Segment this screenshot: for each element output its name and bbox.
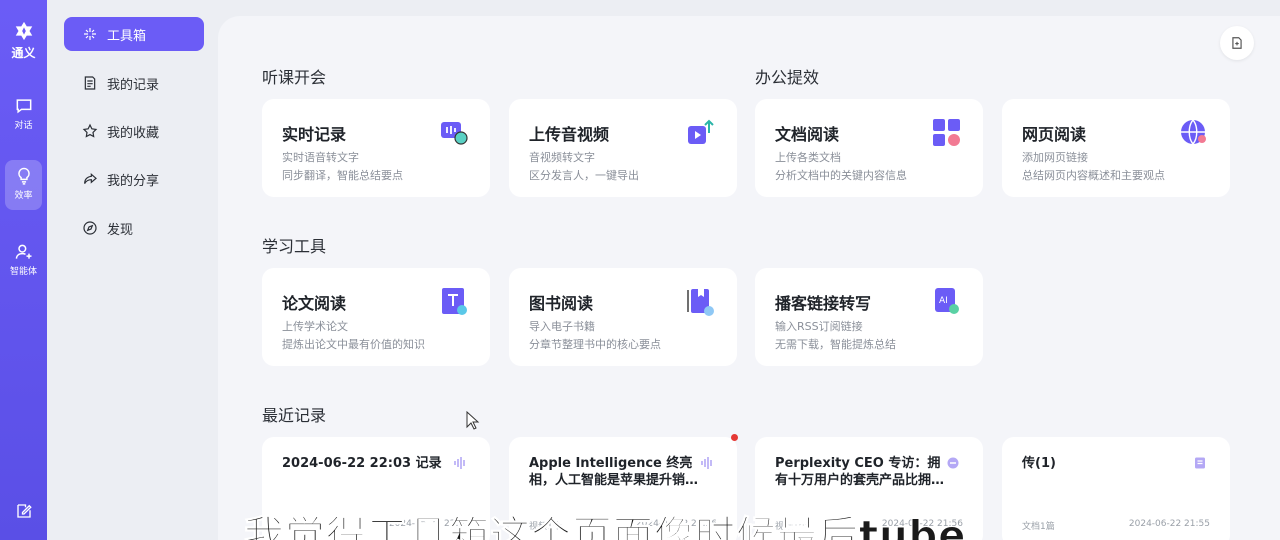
tool-card-podcast-transcribe[interactable]: 播客链接转写 输入RSS订阅链接 无需下载，智能提炼总结 AI — [755, 268, 983, 366]
chat-bubble-icon — [16, 99, 31, 114]
tool-card-desc: 上传学术论文 — [282, 320, 348, 333]
tool-card-document-read[interactable]: 文档阅读 上传各类文档 分析文档中的关键内容信息 — [755, 99, 983, 197]
tool-card-desc: 分章节整理书中的核心要点 — [529, 338, 661, 351]
audio-wave-icon — [454, 457, 465, 469]
recent-record-card[interactable]: 传(1) 文档1篇 2024-06-22 21:55 — [1002, 437, 1230, 540]
realtime-record-icon — [441, 122, 468, 145]
rail-item-label: 智能体 — [9, 267, 37, 277]
tool-card-desc: 区分发言人，一键导出 — [529, 169, 639, 182]
app-logo-label: 通义 — [11, 46, 36, 60]
document-upload-icon — [1232, 37, 1242, 49]
podcast-ai-icon: AI — [935, 288, 959, 314]
document-read-icon — [933, 119, 960, 146]
rail-item-label: 效率 — [14, 191, 33, 201]
tool-card-desc: 添加网页链接 — [1022, 151, 1088, 164]
star-icon — [82, 123, 98, 138]
rail-item-efficiency[interactable]: 效率 — [5, 160, 42, 210]
toolbox-sparkle-icon — [84, 28, 96, 40]
sidebar-item-shares[interactable]: 我的分享 — [64, 162, 204, 196]
tool-card-title: 上传音视频 — [529, 125, 610, 144]
svg-text:AI: AI — [939, 296, 948, 306]
tool-card-title: 网页阅读 — [1022, 125, 1087, 144]
tool-card-desc: 同步翻译，智能总结要点 — [282, 169, 403, 182]
tool-card-web-read[interactable]: 网页阅读 添加网页链接 总结网页内容概述和主要观点 — [1002, 99, 1230, 197]
rail-item-agent[interactable]: 智能体 — [5, 236, 42, 286]
tool-card-desc: 导入电子书籍 — [529, 320, 595, 333]
recent-record-meta: 文档1篇 — [1022, 522, 1055, 532]
tool-card-paper-read[interactable]: 论文阅读 上传学术论文 提炼出论文中最有价值的知识 — [262, 268, 490, 366]
book-read-icon — [687, 289, 714, 316]
app-logo[interactable]: 通义 — [0, 20, 47, 61]
lightbulb-icon — [17, 167, 30, 185]
recent-record-title: Perplexity CEO 专访：拥有十万用户的套壳产品比拥… — [775, 456, 945, 488]
agent-user-icon — [15, 244, 31, 259]
sidebar-item-label: 我的分享 — [107, 173, 160, 189]
tool-card-upload-video[interactable]: 上传音视频 音视频转文字 区分发言人，一键导出 — [509, 99, 737, 197]
video-subtitle: 我觉得工具箱这个页面像时候最后tube — [243, 513, 967, 540]
recent-record-date: 2024-06-22 21:55 — [1128, 519, 1210, 529]
edit-note-icon[interactable] — [15, 502, 33, 520]
rail-item-label: 对话 — [14, 121, 33, 131]
tool-card-desc: 分析文档中的关键内容信息 — [775, 169, 907, 182]
upload-video-icon — [688, 119, 714, 144]
section-title-recent: 最近记录 — [262, 406, 327, 425]
tool-card-realtime-record[interactable]: 实时记录 实时语音转文字 同步翻译，智能总结要点 — [262, 99, 490, 197]
tool-card-title: 文档阅读 — [775, 125, 840, 144]
sidebar-item-discover[interactable]: 发现 — [64, 211, 204, 245]
sidebar-item-records[interactable]: 我的记录 — [64, 66, 204, 100]
sidebar-item-toolbox[interactable]: 工具箱 — [64, 17, 204, 51]
section-title-lecture: 听课开会 — [262, 68, 327, 87]
web-link-icon — [947, 457, 959, 469]
tool-card-book-read[interactable]: 图书阅读 导入电子书籍 分章节整理书中的核心要点 — [509, 268, 737, 366]
tool-card-desc: 输入RSS订阅链接 — [775, 320, 863, 333]
tool-card-title: 图书阅读 — [529, 294, 594, 313]
audio-wave-icon — [701, 457, 712, 469]
recent-record-title: 传(1) — [1022, 456, 1056, 471]
doc-small-icon — [1195, 457, 1205, 469]
tool-card-title: 论文阅读 — [282, 294, 347, 313]
tool-card-desc: 实时语音转文字 — [282, 151, 359, 164]
sidebar-item-label: 我的收藏 — [107, 125, 160, 141]
tool-card-desc: 提炼出论文中最有价值的知识 — [282, 338, 425, 351]
tool-card-title: 实时记录 — [282, 125, 347, 144]
mouse-cursor-icon — [466, 411, 480, 430]
sidebar-item-label: 工具箱 — [107, 28, 147, 44]
sidebar-item-label: 我的记录 — [107, 77, 160, 93]
notification-dot — [731, 434, 738, 441]
share-arrow-icon — [84, 173, 97, 184]
recent-record-title: 2024-06-22 22:03 记录 — [282, 456, 442, 471]
sidebar-item-label: 发现 — [107, 222, 134, 238]
tongyi-logo-icon — [15, 21, 32, 41]
tool-card-desc: 上传各类文档 — [775, 151, 841, 164]
rail-item-chat[interactable]: 对话 — [5, 90, 42, 140]
section-title-office: 办公提效 — [755, 68, 820, 87]
tool-card-desc: 无需下载，智能提炼总结 — [775, 338, 896, 351]
paper-read-icon — [442, 288, 467, 315]
tool-card-title: 播客链接转写 — [775, 294, 872, 313]
recent-record-title: Apple Intelligence 终亮相，人工智能是苹果提升销… — [529, 456, 699, 488]
upload-document-button[interactable] — [1220, 26, 1254, 60]
tool-card-desc: 总结网页内容概述和主要观点 — [1022, 169, 1165, 182]
record-file-icon — [84, 76, 96, 90]
secondary-sidebar: 工具箱 我的记录 我的收藏 我的分享 发现 — [47, 0, 217, 540]
sidebar-item-favorites[interactable]: 我的收藏 — [64, 114, 204, 148]
tool-card-desc: 音视频转文字 — [529, 151, 595, 164]
web-globe-icon — [1181, 119, 1206, 145]
section-title-study: 学习工具 — [262, 237, 327, 256]
app-rail: 通义 对话 效率 智能体 — [0, 0, 47, 540]
compass-icon — [83, 221, 97, 235]
